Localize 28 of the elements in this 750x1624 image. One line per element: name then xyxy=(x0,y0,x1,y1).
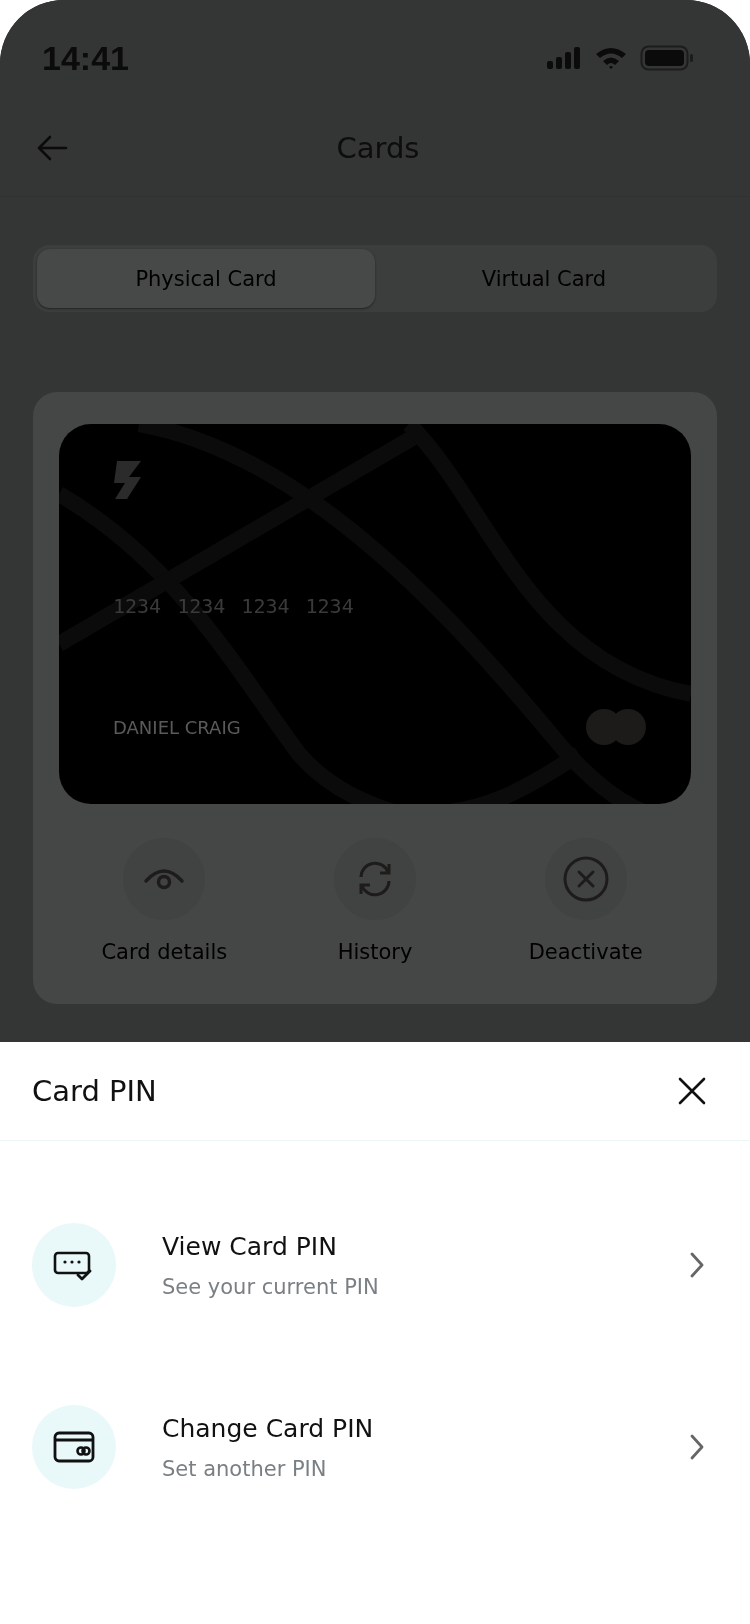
menu-item[interactable]: View Card PIN See your current PIN xyxy=(0,1223,750,1307)
action-label: Deactivate xyxy=(528,940,643,964)
signal-icon xyxy=(546,46,582,70)
option-subtitle: See your current PIN xyxy=(162,1274,380,1299)
card-number-group: 1234 xyxy=(241,594,290,618)
option-title: Change Card PIN xyxy=(162,1413,375,1443)
back-button[interactable] xyxy=(36,134,68,162)
bank-card[interactable]: 1234 1234 1234 1234 DANIEL CRAIG xyxy=(59,424,691,804)
action-label: History xyxy=(337,940,413,964)
chevron-right-icon xyxy=(688,1433,706,1461)
tab[interactable]: Virtual Card xyxy=(375,249,713,308)
cancel-icon xyxy=(561,855,610,903)
sheet-title: Card PIN xyxy=(32,1074,157,1108)
tab[interactable]: Physical Card xyxy=(37,249,375,308)
wifi-icon xyxy=(594,46,628,70)
option-subtitle: Set another PIN xyxy=(162,1456,328,1481)
option-title: View Card PIN xyxy=(162,1231,338,1261)
card-network-icon xyxy=(585,708,647,746)
chevron-right-icon xyxy=(688,1251,706,1279)
card-number-group: 1234 xyxy=(113,594,162,618)
action-label: Card details xyxy=(101,940,228,964)
menu-item[interactable]: Change Card PIN Set another PIN xyxy=(0,1405,750,1489)
close-button[interactable] xyxy=(677,1076,707,1106)
battery-icon xyxy=(640,45,694,71)
cardholder-name: DANIEL CRAIG xyxy=(113,716,241,738)
card-number-group: 1234 xyxy=(177,594,226,618)
card-number-group: 1234 xyxy=(305,594,354,618)
card-logo-icon xyxy=(113,460,143,500)
